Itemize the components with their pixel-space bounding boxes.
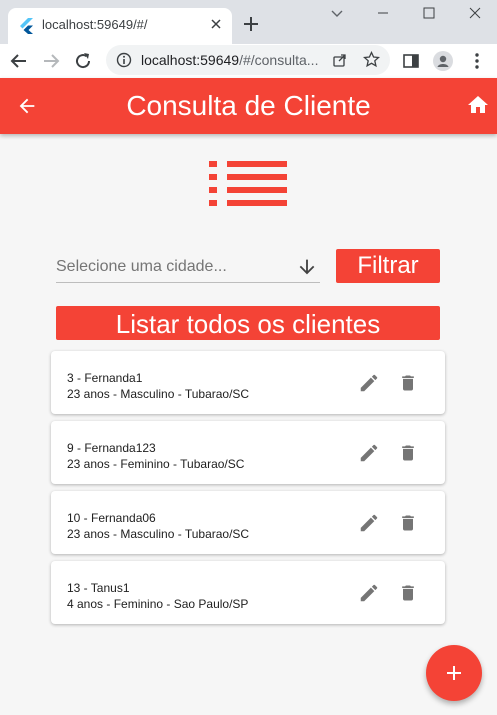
client-details: 4 anos - Feminino - Sao Paulo/SP [67,597,249,611]
edit-icon[interactable] [358,372,380,394]
delete-icon[interactable] [398,512,418,534]
flutter-favicon-icon [20,18,33,34]
reload-icon[interactable] [73,51,93,71]
profile-avatar-icon[interactable] [433,51,453,71]
client-title: 10 - Fernanda06 [67,511,156,525]
bookmark-star-icon[interactable] [363,51,380,68]
edit-icon[interactable] [358,442,380,464]
client-details: 23 anos - Masculino - Tubarao/SC [67,527,250,541]
back-icon[interactable] [9,51,29,71]
add-icon [447,666,461,680]
city-dropdown[interactable]: Selecione uma cidade... [56,252,320,283]
client-title: 13 - Tanus1 [67,581,130,595]
client-card[interactable]: 9 - Fernanda123 23 anos - Feminino - Tub… [51,421,445,484]
delete-icon[interactable] [398,442,418,464]
city-dropdown-placeholder: Selecione uma cidade... [56,258,227,275]
browser-tab-strip: localhost:59649/#/ [0,0,497,44]
browser-menu-icon[interactable] [467,51,487,71]
delete-icon[interactable] [398,372,418,394]
close-window-icon[interactable] [466,4,484,22]
list-all-clients-button[interactable]: Listar todos os clientes [56,306,440,340]
client-title: 9 - Fernanda123 [67,441,156,455]
url-text: localhost:59649/#/consulta... [141,52,318,68]
new-tab-icon[interactable] [241,14,261,34]
address-bar[interactable]: localhost:59649/#/consulta... [106,45,390,75]
site-info-icon[interactable] [116,52,132,68]
home-icon[interactable] [466,93,490,117]
client-details: 23 anos - Feminino - Tubarao/SC [67,457,245,471]
tab-title: localhost:59649/#/ [42,17,148,32]
edit-icon[interactable] [358,582,380,604]
side-panel-icon[interactable] [401,51,421,71]
browser-toolbar: localhost:59649/#/consulta... [0,44,497,79]
url-path: /#/consulta... [239,52,319,68]
maximize-icon[interactable] [420,4,438,22]
client-title: 3 - Fernanda1 [67,371,143,385]
arrow-downward-icon [299,259,315,275]
minimize-icon[interactable] [374,4,392,22]
app-bar: Consulta de Cliente [0,78,497,134]
delete-icon[interactable] [398,582,418,604]
edit-icon[interactable] [358,512,380,534]
client-card[interactable]: 3 - Fernanda1 23 anos - Masculino - Tuba… [51,351,445,414]
forward-icon[interactable] [41,51,61,71]
share-icon[interactable] [332,52,348,68]
client-card[interactable]: 13 - Tanus1 4 anos - Feminino - Sao Paul… [51,561,445,624]
browser-tab[interactable]: localhost:59649/#/ [8,8,232,44]
tab-close-icon[interactable] [208,16,224,32]
client-card[interactable]: 10 - Fernanda06 23 anos - Masculino - Tu… [51,491,445,554]
filter-button[interactable]: Filtrar [336,249,440,283]
list-icon [209,161,287,206]
tab-search-chevron-icon[interactable] [328,4,346,22]
add-client-fab[interactable] [426,645,482,701]
client-details: 23 anos - Masculino - Tubarao/SC [67,387,250,401]
url-host: localhost:59649 [141,52,240,68]
page-title: Consulta de Cliente [126,90,371,121]
